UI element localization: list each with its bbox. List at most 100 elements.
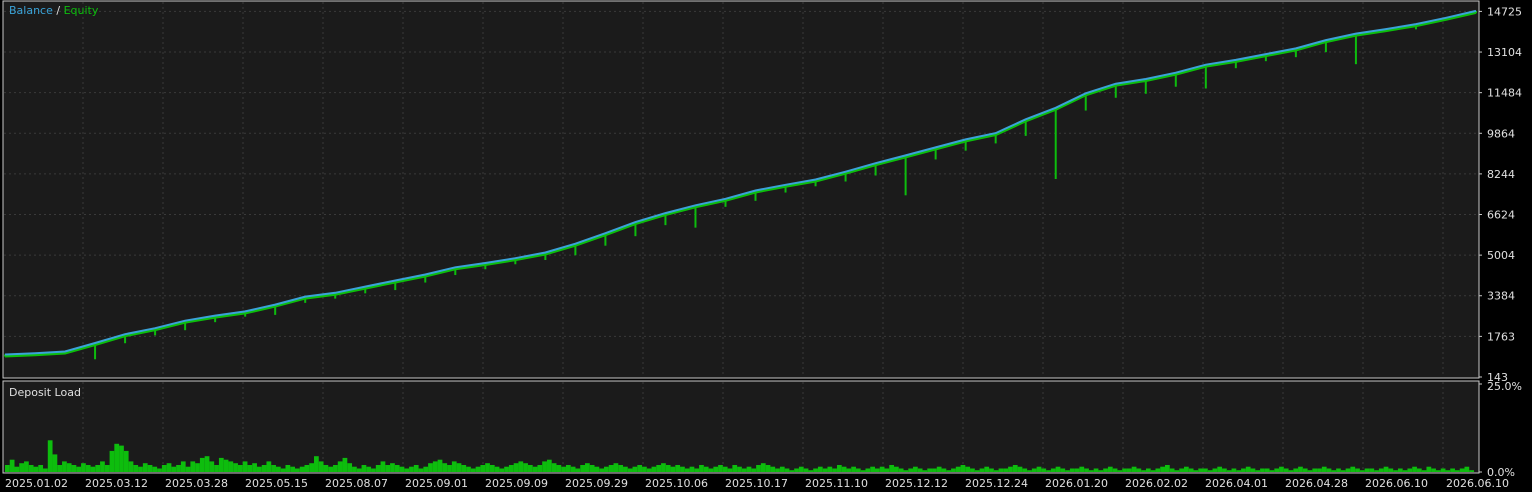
- deposit-load-bar: [684, 468, 690, 472]
- deposit-load-bar: [580, 465, 585, 472]
- x-tick-label: 2025.11.10: [805, 477, 868, 490]
- deposit-load-bar: [979, 468, 985, 472]
- deposit-load-bar: [718, 465, 723, 472]
- deposit-load-bar: [1046, 470, 1051, 472]
- deposit-load-bar: [642, 466, 647, 472]
- deposit-load-bar: [1131, 466, 1137, 472]
- deposit-load-bar: [1331, 470, 1337, 472]
- deposit-load-bar: [594, 466, 600, 472]
- deposit-load-bar: [1179, 468, 1184, 472]
- deposit-load-bar: [703, 466, 709, 472]
- deposit-load-title: Deposit Load: [9, 386, 81, 399]
- deposit-load-bar: [413, 465, 419, 472]
- deposit-load-bar: [1431, 468, 1436, 472]
- deposit-load-bar: [252, 463, 257, 472]
- deposit-load-bar: [546, 459, 552, 472]
- deposit-load-bar: [1065, 470, 1070, 472]
- deposit-load-bar: [347, 463, 353, 472]
- deposit-load-bar: [841, 466, 847, 472]
- y-tick-label: 3384: [1487, 290, 1515, 303]
- deposit-load-bar: [95, 465, 101, 472]
- x-tick-label: 2025.10.06: [645, 477, 708, 490]
- deposit-load-bar: [889, 465, 894, 472]
- y-tick-label: 14725: [1487, 5, 1522, 18]
- deposit-load-bar: [651, 466, 657, 472]
- deposit-load-bar: [1069, 468, 1075, 472]
- deposit-load-bar: [1079, 466, 1085, 472]
- deposit-load-bar: [865, 468, 871, 472]
- deposit-load-bar: [1440, 468, 1446, 472]
- deposit-load-bar: [689, 466, 695, 472]
- deposit-load-bar: [832, 468, 837, 472]
- legend-separator: /: [53, 4, 64, 17]
- deposit-load-bar: [1074, 468, 1080, 472]
- deposit-load-bar: [1145, 468, 1151, 472]
- deposit-load-bar: [1088, 470, 1094, 472]
- deposit-load-bar: [456, 463, 462, 472]
- deposit-load-bar: [784, 468, 790, 472]
- deposit-load-bar: [1450, 468, 1455, 472]
- deposit-load-bar: [960, 465, 966, 472]
- deposit-load-bar: [908, 468, 914, 472]
- deposit-load-bar: [794, 468, 799, 472]
- y-tick-label: 25.0%: [1487, 380, 1522, 393]
- deposit-load-bar: [261, 465, 267, 472]
- deposit-load-bar: [874, 468, 880, 472]
- deposit-load-bar: [33, 466, 39, 472]
- deposit-load-bar: [356, 468, 362, 472]
- x-tick-label: 2026.04.28: [1285, 477, 1348, 490]
- deposit-load-bar: [537, 465, 543, 472]
- deposit-load-bar: [1126, 468, 1132, 472]
- deposit-load-bar: [138, 466, 143, 472]
- deposit-load-bar: [741, 468, 747, 472]
- deposit-load-bar: [1321, 466, 1327, 472]
- deposit-load-bar: [199, 457, 205, 472]
- deposit-load-bar: [1084, 468, 1089, 472]
- x-tick-label: 2025.03.28: [165, 477, 228, 490]
- deposit-load-bar: [423, 466, 429, 472]
- deposit-load-bar: [1031, 468, 1037, 472]
- deposit-load-bar: [1241, 468, 1246, 472]
- deposit-load-bar: [727, 468, 733, 472]
- deposit-load-bar: [1103, 468, 1108, 472]
- deposit-load-bar: [846, 468, 852, 472]
- deposit-load-bar: [499, 468, 505, 472]
- deposit-load-bar: [989, 468, 994, 472]
- deposit-load-bar: [803, 468, 809, 472]
- deposit-load-bar: [822, 468, 828, 472]
- deposit-load-bar: [432, 461, 438, 472]
- deposit-load-bar: [428, 463, 433, 472]
- deposit-load-bar: [1459, 468, 1465, 472]
- deposit-load-bar: [556, 465, 562, 472]
- deposit-load-bar: [394, 465, 400, 472]
- deposit-load-bar: [1041, 468, 1047, 472]
- deposit-load-bar: [1426, 466, 1432, 472]
- x-tick-label: 2025.01.02: [5, 477, 68, 490]
- deposit-load-bar: [732, 465, 738, 472]
- deposit-load-bar: [836, 465, 842, 472]
- deposit-load-bar: [604, 466, 609, 472]
- deposit-load-bar: [128, 461, 134, 472]
- deposit-load-bar: [713, 466, 719, 472]
- deposit-load-bar: [665, 465, 671, 472]
- deposit-load-bar: [1150, 470, 1156, 472]
- x-tick-label: 2025.09.09: [485, 477, 548, 490]
- deposit-load-bar: [1435, 470, 1441, 472]
- deposit-load-bar: [1317, 468, 1322, 472]
- deposit-load-bar: [998, 468, 1004, 472]
- deposit-load-bar: [608, 465, 614, 472]
- deposit-load-bar: [746, 466, 752, 472]
- deposit-load-bar: [85, 465, 91, 472]
- deposit-load-bar: [361, 465, 367, 472]
- deposit-load-bar: [565, 465, 571, 472]
- deposit-load-bar: [1117, 470, 1123, 472]
- y-tick-label: 6624: [1487, 209, 1515, 222]
- deposit-load-bar: [66, 463, 72, 472]
- deposit-load-bar: [71, 465, 77, 472]
- deposit-load-bar: [328, 466, 334, 472]
- deposit-load-bar: [1454, 470, 1460, 472]
- deposit-load-bar: [1388, 468, 1394, 472]
- deposit-load-bar: [504, 466, 509, 472]
- deposit-load-bar: [404, 468, 410, 472]
- balance-equity-panel: 1472513104114849864824466245004338417631…: [2, 0, 1522, 384]
